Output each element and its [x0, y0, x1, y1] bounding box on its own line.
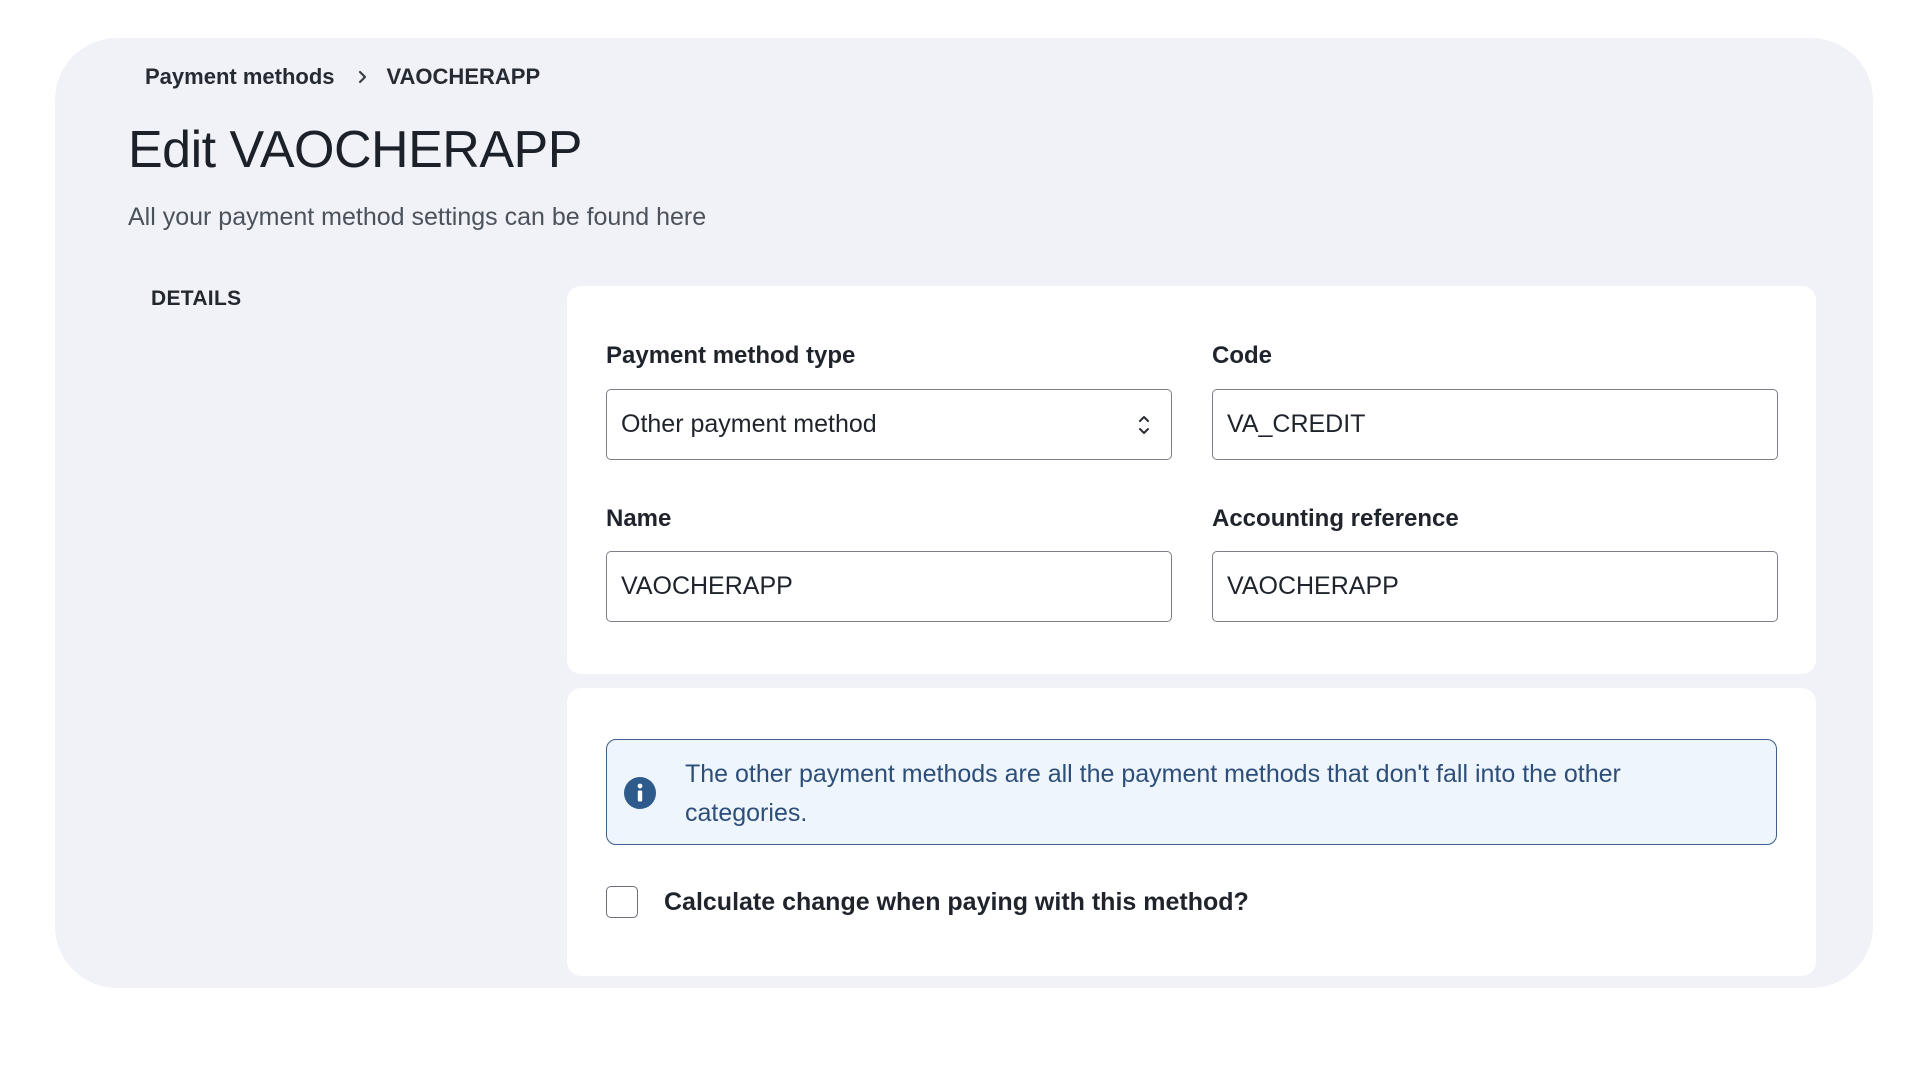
section-label-details: DETAILS	[151, 287, 242, 310]
options-card: The other payment methods are all the pa…	[567, 688, 1816, 976]
accounting-reference-label: Accounting reference	[1212, 505, 1459, 532]
name-input[interactable]	[606, 551, 1172, 622]
code-label: Code	[1212, 342, 1272, 369]
calculate-change-label[interactable]: Calculate change when paying with this m…	[664, 888, 1249, 917]
payment-method-type-select[interactable]: Other payment method	[606, 389, 1172, 460]
info-icon	[623, 776, 657, 810]
info-banner: The other payment methods are all the pa…	[606, 739, 1777, 845]
page-subtitle: All your payment method settings can be …	[128, 203, 707, 231]
details-form-card: Payment method type Other payment method…	[567, 286, 1816, 674]
breadcrumb: Payment methods VAOCHERAPP	[145, 64, 540, 90]
payment-method-type-label: Payment method type	[606, 342, 856, 369]
name-label: Name	[606, 505, 672, 532]
calculate-change-checkbox[interactable]	[606, 886, 638, 918]
select-arrows-icon	[1137, 412, 1151, 438]
breadcrumb-link-payment-methods[interactable]: Payment methods	[145, 64, 335, 90]
page-title: Edit VAOCHERAPP	[128, 121, 582, 179]
payment-method-type-value: Other payment method	[621, 410, 877, 438]
chevron-right-icon	[357, 69, 369, 85]
code-input[interactable]	[1212, 389, 1778, 460]
breadcrumb-current: VAOCHERAPP	[386, 64, 541, 89]
accounting-reference-input[interactable]	[1212, 551, 1778, 622]
info-banner-text: The other payment methods are all the pa…	[685, 760, 1621, 827]
